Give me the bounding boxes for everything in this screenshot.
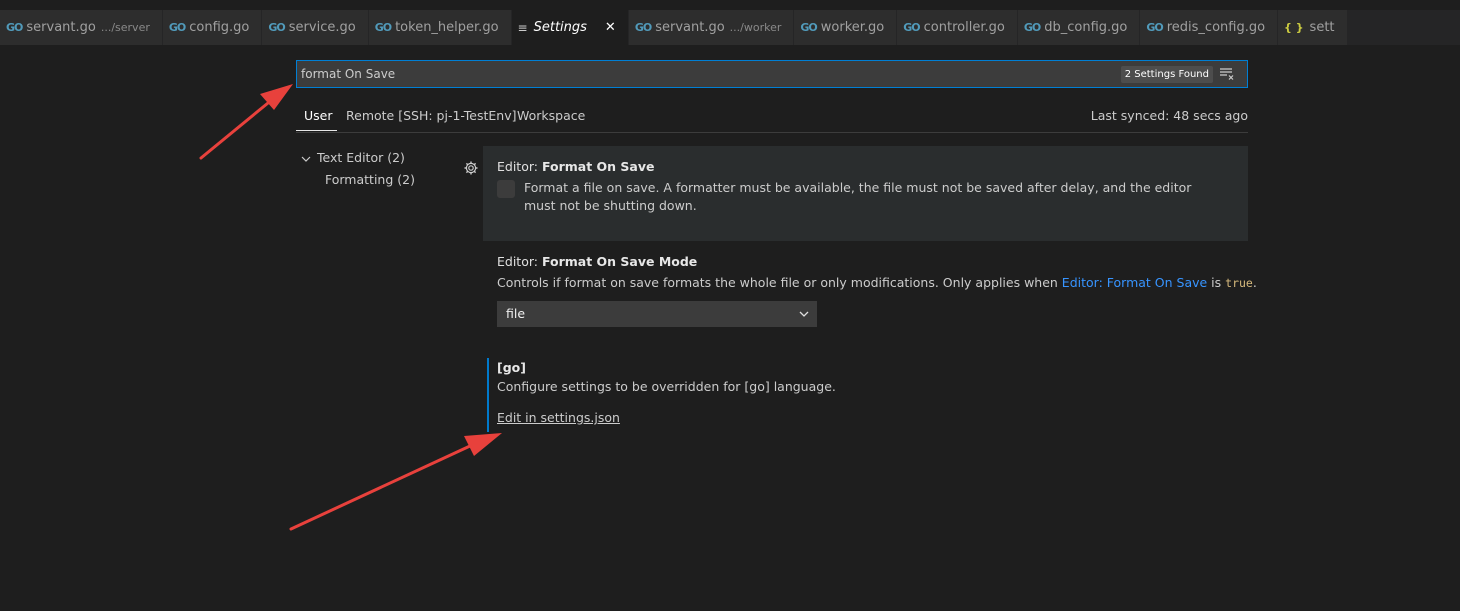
format-on-save-mode-select[interactable]: file — [497, 301, 817, 327]
setting-value-code: true — [1225, 276, 1253, 290]
tab-config[interactable]: GO config.go — [162, 10, 263, 45]
settings-search-box: 2 Settings Found — [296, 60, 1248, 88]
settings-scope-tabs: User Remote [SSH: pj-1-TestEnv] Workspac… — [296, 100, 1248, 133]
chevron-down-icon — [301, 156, 311, 162]
description-text: is — [1207, 275, 1226, 290]
edit-in-settings-json-link[interactable]: Edit in settings.json — [497, 410, 620, 425]
tab-description: .../worker — [729, 21, 782, 34]
go-file-icon: GO — [374, 21, 392, 34]
tab-label: worker.go — [820, 20, 885, 35]
override-title: [go] — [497, 360, 526, 375]
json-file-icon: { } — [1284, 21, 1304, 34]
tab-label: servant.go — [26, 20, 96, 35]
tab-workspace[interactable]: Workspace — [517, 108, 585, 123]
gear-icon[interactable] — [463, 160, 479, 176]
close-icon[interactable]: ✕ — [605, 20, 616, 35]
tab-redis-config[interactable]: GO redis_config.go — [1140, 10, 1279, 45]
tab-controller[interactable]: GO controller.go — [897, 10, 1018, 45]
setting-name: Format On Save Mode — [541, 254, 698, 269]
vertical-scrollbar[interactable] — [1452, 45, 1460, 611]
tab-worker[interactable]: GO worker.go — [794, 10, 898, 45]
setting-title-format-mode: Editor: Format On Save Mode — [497, 254, 697, 269]
setting-title: Editor: Format On Save — [497, 159, 654, 174]
chevron-down-icon — [799, 311, 809, 317]
tab-label: Settings — [533, 20, 587, 35]
settings-found-count: 2 Settings Found — [1120, 66, 1213, 83]
tab-label: controller.go — [923, 20, 1005, 35]
tab-user[interactable]: User — [304, 108, 333, 123]
go-file-icon: GO — [1146, 21, 1163, 34]
setting-description-format-mode: Controls if format on save formats the w… — [497, 274, 1257, 292]
tab-label: service.go — [288, 20, 356, 35]
go-file-icon: GO — [903, 21, 920, 34]
go-file-icon: GO — [800, 21, 817, 34]
clear-filter-icon[interactable] — [1219, 66, 1235, 82]
go-file-icon: GO — [634, 21, 652, 34]
settings-list-icon: ≡ — [517, 20, 528, 35]
go-file-icon: GO — [6, 21, 23, 34]
toc-label: Formatting (2) — [325, 172, 415, 187]
setting-description: Format a file on save. A formatter must … — [524, 180, 1192, 213]
tab-label: token_helper.go — [395, 20, 499, 35]
description-text: Controls if format on save formats the w… — [497, 275, 1062, 290]
editor-tab-bar: GO servant.go .../server GO config.go GO… — [0, 10, 1460, 45]
tab-description: .../server — [100, 21, 150, 34]
toc-item-formatting[interactable]: Formatting (2) — [325, 172, 415, 187]
tab-token-helper[interactable]: GO token_helper.go — [368, 10, 512, 45]
tab-db-config[interactable]: GO db_config.go — [1017, 10, 1141, 45]
setting-format-on-save: Editor: Format On Save Format a file on … — [483, 146, 1248, 241]
setting-name: Format On Save — [541, 159, 655, 174]
tab-servant-worker[interactable]: GO servant.go .../worker — [628, 10, 795, 45]
tab-servant-server[interactable]: GO servant.go .../server — [0, 10, 163, 45]
selected-value: file — [506, 306, 526, 321]
tab-label: db_config.go — [1044, 20, 1128, 35]
toc-item-text-editor[interactable]: Text Editor (2) — [300, 150, 405, 165]
tab-label: servant.go — [655, 20, 725, 35]
setting-reference-link[interactable]: Editor: Format On Save — [1062, 275, 1207, 290]
tab-label: config.go — [189, 20, 250, 35]
override-description: Configure settings to be overridden for … — [497, 379, 836, 394]
format-on-save-checkbox[interactable] — [497, 180, 515, 198]
setting-category: Editor: — [497, 254, 542, 269]
go-file-icon: GO — [168, 21, 186, 34]
tab-remote[interactable]: Remote [SSH: pj-1-TestEnv] — [346, 108, 516, 123]
tab-settings[interactable]: ≡ Settings ✕ — [511, 10, 629, 45]
annotation-arrow-search — [199, 84, 293, 160]
active-tab-indicator — [296, 130, 337, 131]
last-synced-status: Last synced: 48 secs ago — [1090, 108, 1248, 123]
toc-label: Text Editor (2) — [317, 150, 405, 165]
tab-label: redis_config.go — [1166, 20, 1266, 35]
go-file-icon: GO — [268, 21, 285, 34]
description-text: . — [1252, 275, 1257, 290]
annotation-arrow-edit-link — [289, 433, 502, 531]
tab-service[interactable]: GO service.go — [262, 10, 369, 45]
language-override-go: [go] Configure settings to be overridden… — [487, 358, 889, 432]
tab-label: sett — [1309, 20, 1335, 35]
go-file-icon: GO — [1023, 21, 1041, 34]
title-strip — [0, 0, 1460, 10]
tab-settings-json[interactable]: { } sett — [1278, 10, 1348, 45]
setting-category: Editor: — [497, 159, 542, 174]
settings-search-input[interactable] — [301, 61, 1101, 87]
